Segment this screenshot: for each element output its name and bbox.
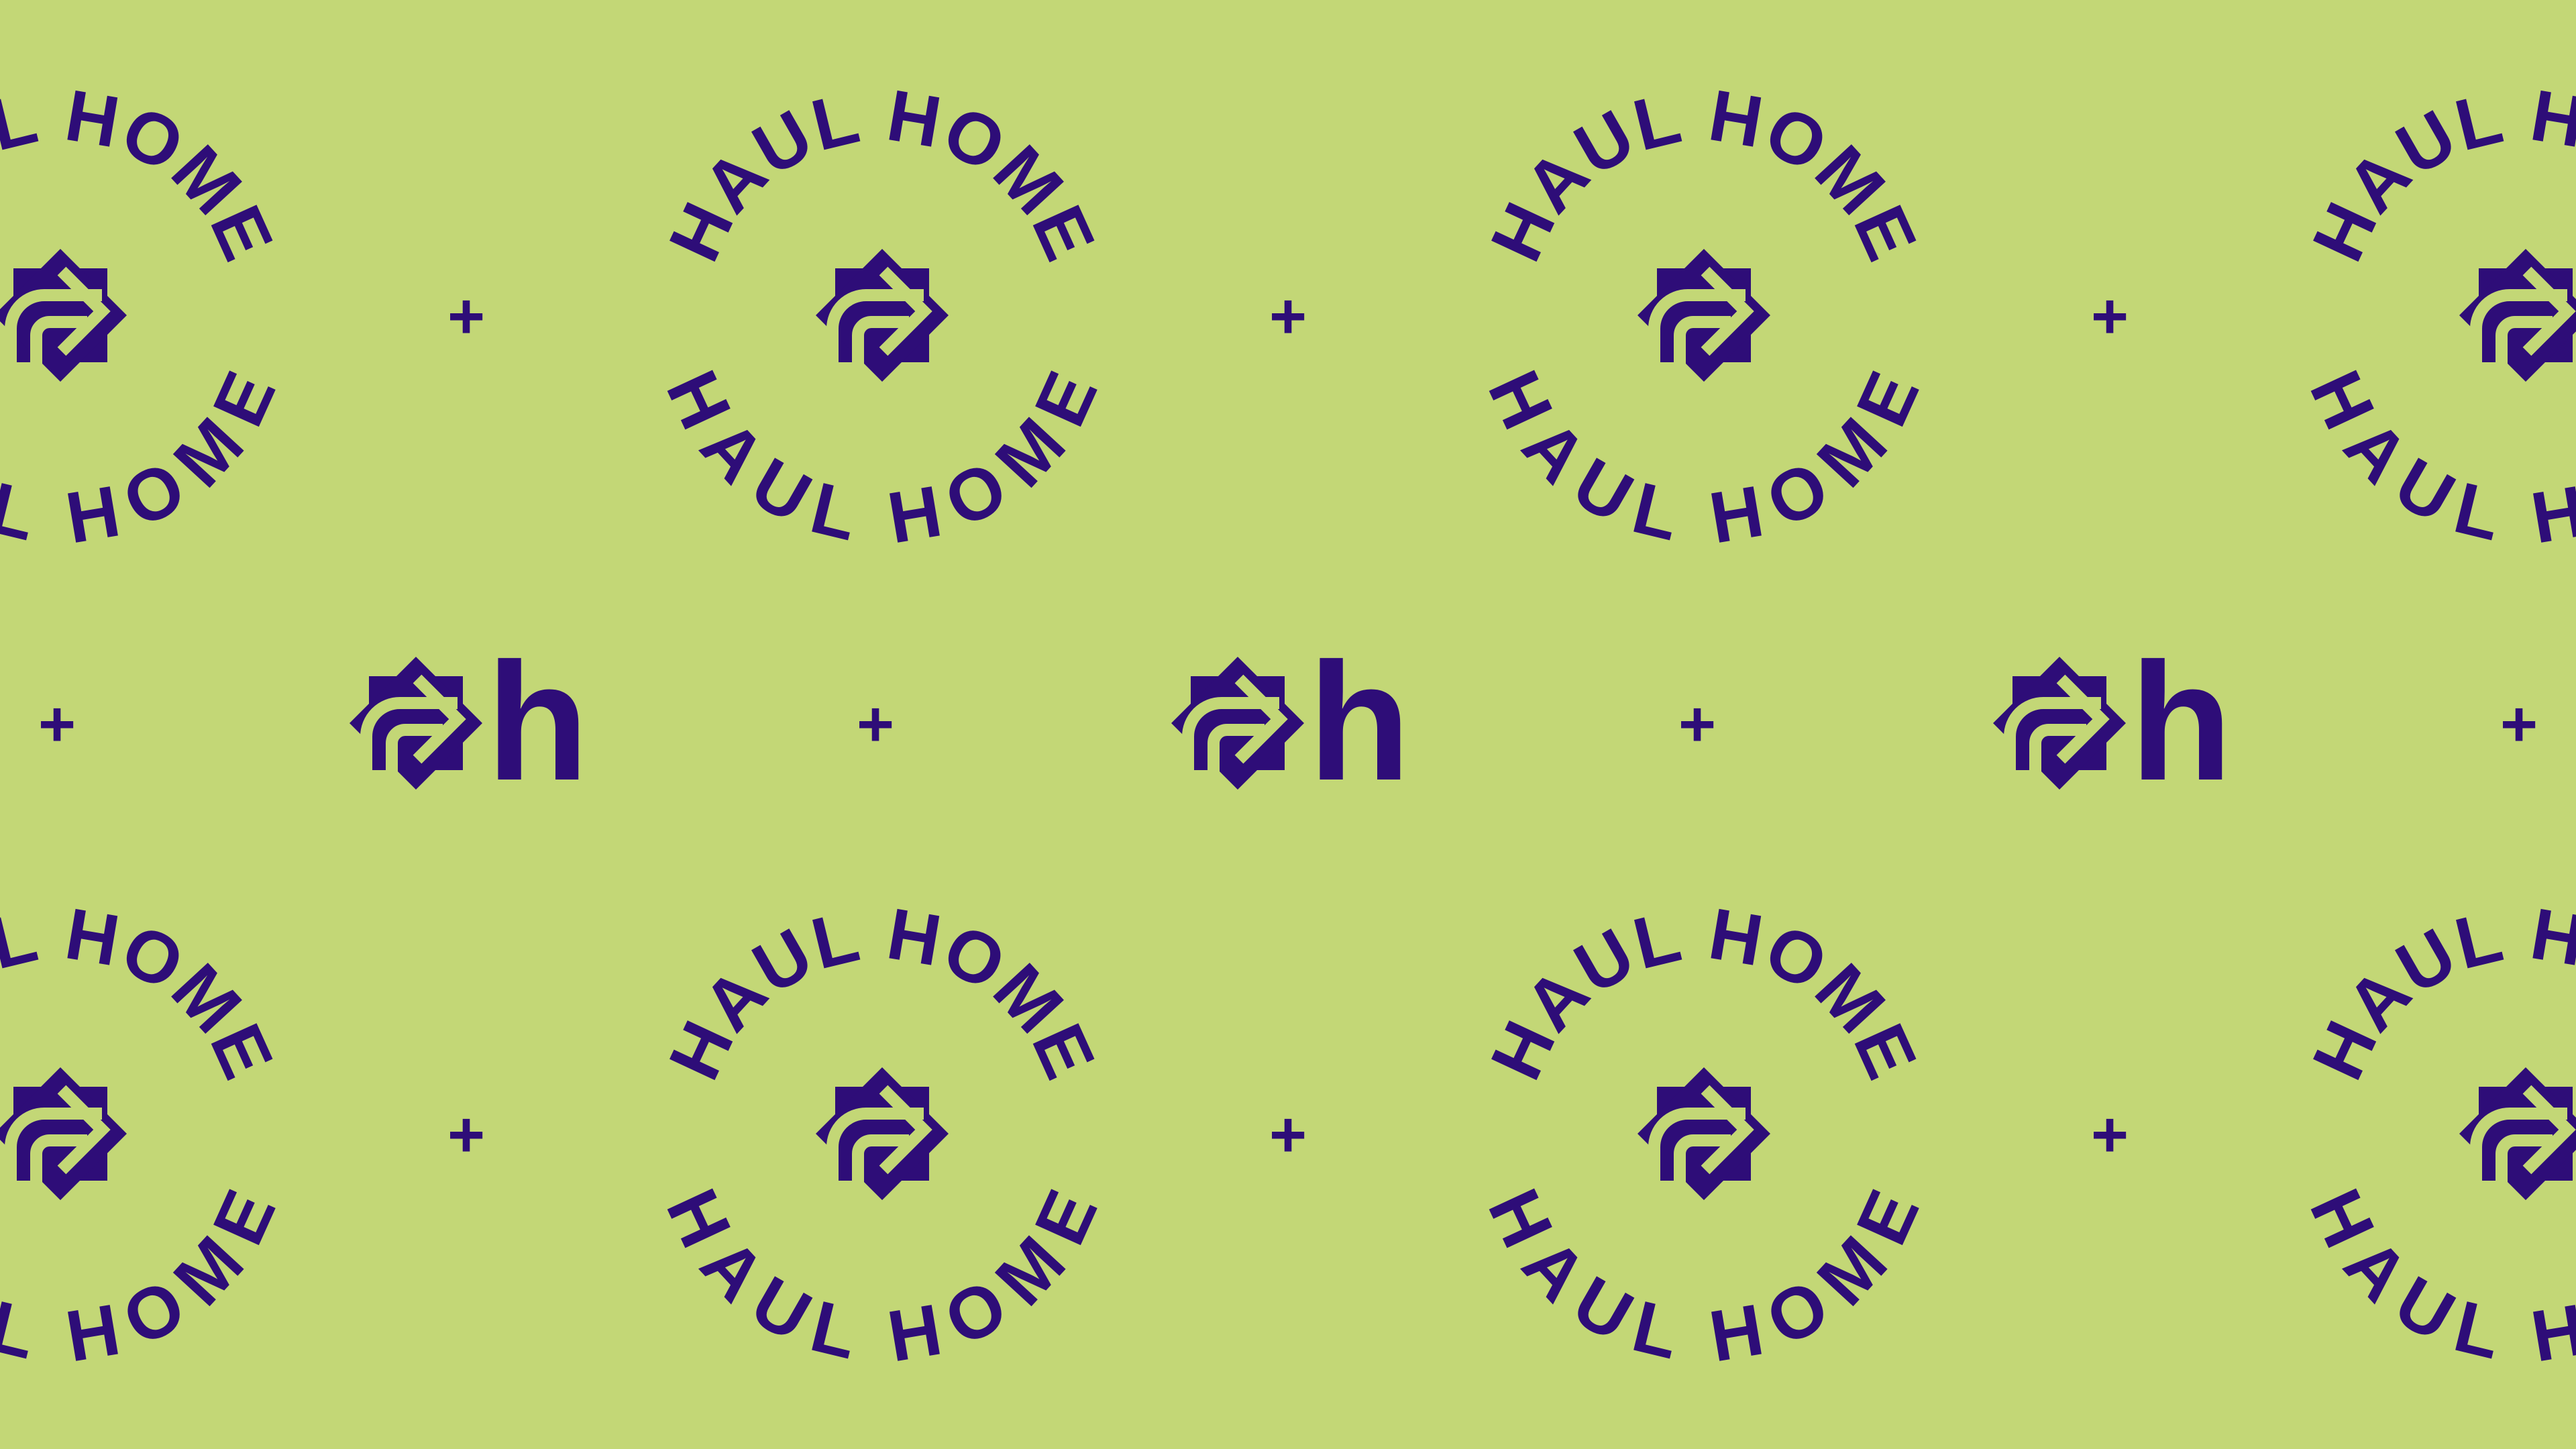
haul-home-star-arrow-icon	[2459, 1067, 2576, 1200]
badge-text-bottom: HAUL HOME	[2294, 1177, 2576, 1377]
haul-home-star-arrow-icon	[1638, 1067, 1770, 1200]
badge-text-bottom: HAUL HOME	[0, 359, 292, 559]
haul-home-star-arrow-icon	[0, 1067, 127, 1200]
badge-text-top: HAUL HOME	[1475, 74, 1933, 272]
plus-separator: +	[447, 1099, 485, 1171]
wordmark-h: h	[2130, 628, 2233, 815]
plus-separator: +	[2500, 688, 2538, 760]
badge-text-bottom: HAUL HOME	[1472, 1177, 1935, 1377]
haul-home-star-arrow-icon	[816, 1067, 949, 1200]
badge-text-top: HAUL HOME	[1475, 892, 1933, 1091]
plus-separator: +	[2091, 1099, 2129, 1171]
haul-home-star-arrow-icon	[816, 249, 949, 382]
plus-separator: +	[857, 688, 894, 760]
badge-text-top: HAUL HOME	[2297, 892, 2576, 1091]
badge-text-bottom: HAUL HOME	[2294, 359, 2576, 559]
plus-separator: +	[1269, 1099, 1307, 1171]
badge-text-bottom: HAUL HOME	[651, 359, 1113, 559]
badge-text-top: HAUL HOME	[0, 74, 290, 272]
badge-text-top: HAUL HOME	[653, 74, 1112, 272]
haul-home-star-arrow-icon	[2459, 249, 2576, 382]
haul-home-star-arrow-icon	[0, 249, 127, 382]
plus-separator: +	[1678, 688, 1716, 760]
wordmark-h: h	[1308, 628, 1411, 815]
badge-text-top: HAUL HOME	[0, 892, 290, 1091]
plus-separator: +	[38, 688, 76, 760]
badge-text-bottom: HAUL HOME	[1472, 359, 1935, 559]
plus-separator: +	[1269, 280, 1307, 352]
plus-separator: +	[447, 280, 485, 352]
wordmark-h: h	[486, 628, 589, 815]
haul-home-star-arrow-icon	[350, 657, 482, 790]
badge-text-bottom: HAUL HOME	[651, 1177, 1113, 1377]
haul-home-star-arrow-icon	[1993, 657, 2126, 790]
haul-home-star-arrow-icon	[1171, 657, 1304, 790]
badge-text-top: HAUL HOME	[2297, 74, 2576, 272]
badge-text-bottom: HAUL HOME	[0, 1177, 292, 1377]
haul-home-star-arrow-icon	[1638, 249, 1770, 382]
brand-pattern-canvas: HAUL HOME HAUL HOME HAUL HOME HAUL HOME HAUL…	[0, 74, 2576, 1377]
badge-text-top: HAUL HOME	[653, 892, 1112, 1091]
plus-separator: +	[2091, 280, 2129, 352]
